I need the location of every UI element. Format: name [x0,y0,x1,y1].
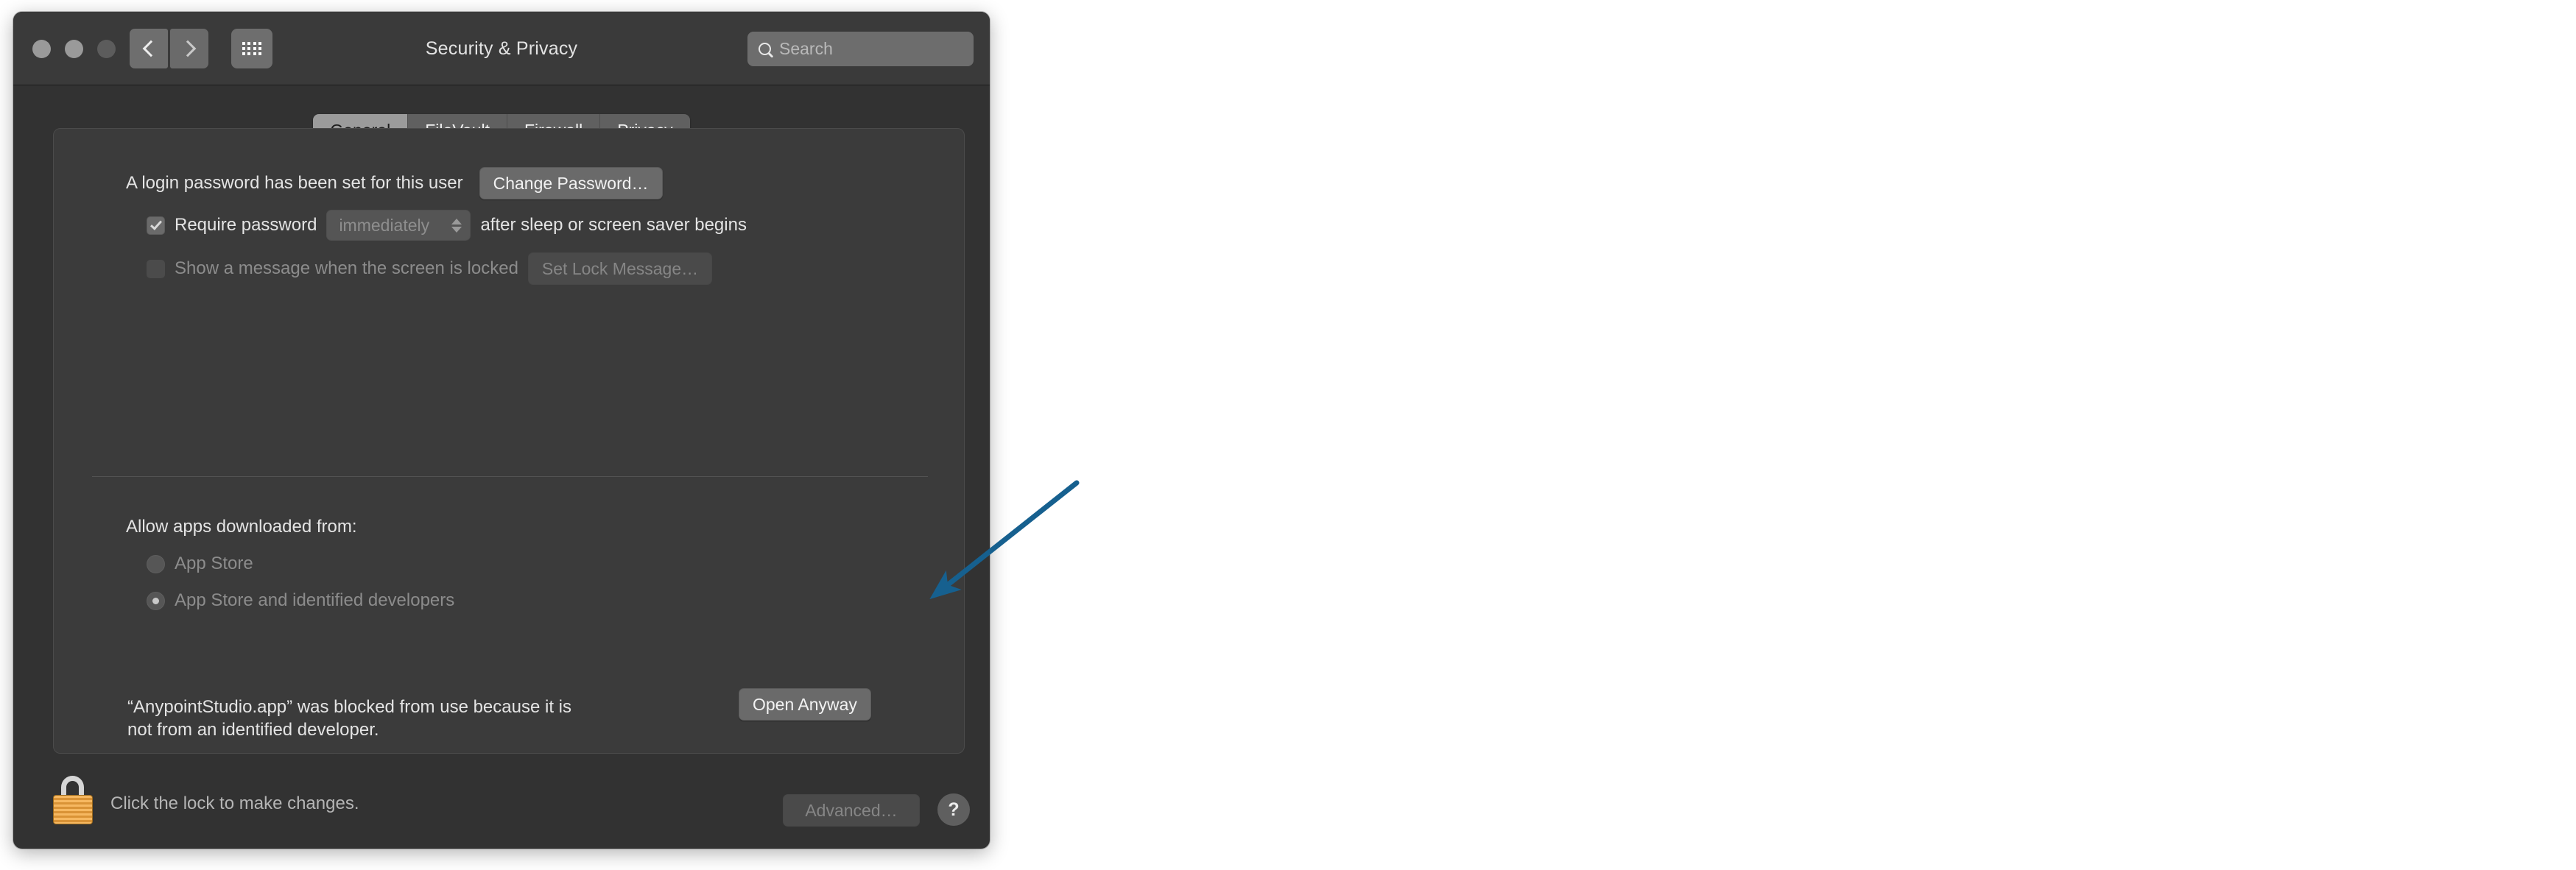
allow-apps-heading: Allow apps downloaded from: [126,517,357,537]
allow-apps-option-identified-developers[interactable]: App Store and identified developers [147,590,454,611]
open-anyway-button[interactable]: Open Anyway [739,688,871,721]
require-password-label: Require password [175,215,317,235]
lock-button[interactable] [50,776,96,824]
allow-apps-heading-row: Allow apps downloaded from: [126,517,357,537]
lock-message-label: Show a message when the screen is locked [175,258,518,278]
login-password-row: A login password has been set for this u… [126,167,663,199]
blocked-app-message: “AnypointStudio.app” was blocked from us… [127,697,571,740]
checkmark-icon [149,218,162,230]
help-button[interactable]: ? [937,793,970,826]
screenshot-root: Security & Privacy Search General FileVa… [0,0,2576,870]
open-anyway-row: Open Anyway [739,688,871,721]
system-preferences-window: Security & Privacy Search General FileVa… [13,12,990,849]
lock-message-checkbox[interactable] [147,259,165,278]
general-tab-panel: A login password has been set for this u… [53,128,965,754]
search-icon [759,43,771,55]
require-password-interval-select[interactable]: immediately [326,210,471,241]
radio-app-store[interactable] [147,554,165,573]
login-password-text: A login password has been set for this u… [126,173,463,193]
require-password-suffix: after sleep or screen saver begins [480,215,747,235]
radio-app-store-label: App Store [175,554,253,573]
search-field[interactable]: Search [747,32,974,66]
stepper-chevrons-icon [451,218,462,233]
change-password-button[interactable]: Change Password… [479,167,663,199]
set-lock-message-button[interactable]: Set Lock Message… [527,252,713,285]
require-password-checkbox[interactable] [147,216,165,235]
radio-app-store-and-identified-developers[interactable] [147,591,165,610]
radio-selected-dot-icon [152,597,159,604]
advanced-button[interactable]: Advanced… [783,794,920,827]
section-divider [92,476,928,477]
padlock-body-icon [53,795,93,824]
window-titlebar: Security & Privacy Search [13,12,990,85]
lock-hint-text: Click the lock to make changes. [110,793,359,813]
allow-apps-option-app-store[interactable]: App Store [147,554,253,574]
lock-message-row: Show a message when the screen is locked… [147,252,713,285]
radio-identified-developers-label: App Store and identified developers [175,590,455,610]
require-password-interval-value: immediately [339,215,430,235]
search-placeholder: Search [779,39,833,58]
require-password-row: Require password immediately after sleep… [147,210,747,241]
